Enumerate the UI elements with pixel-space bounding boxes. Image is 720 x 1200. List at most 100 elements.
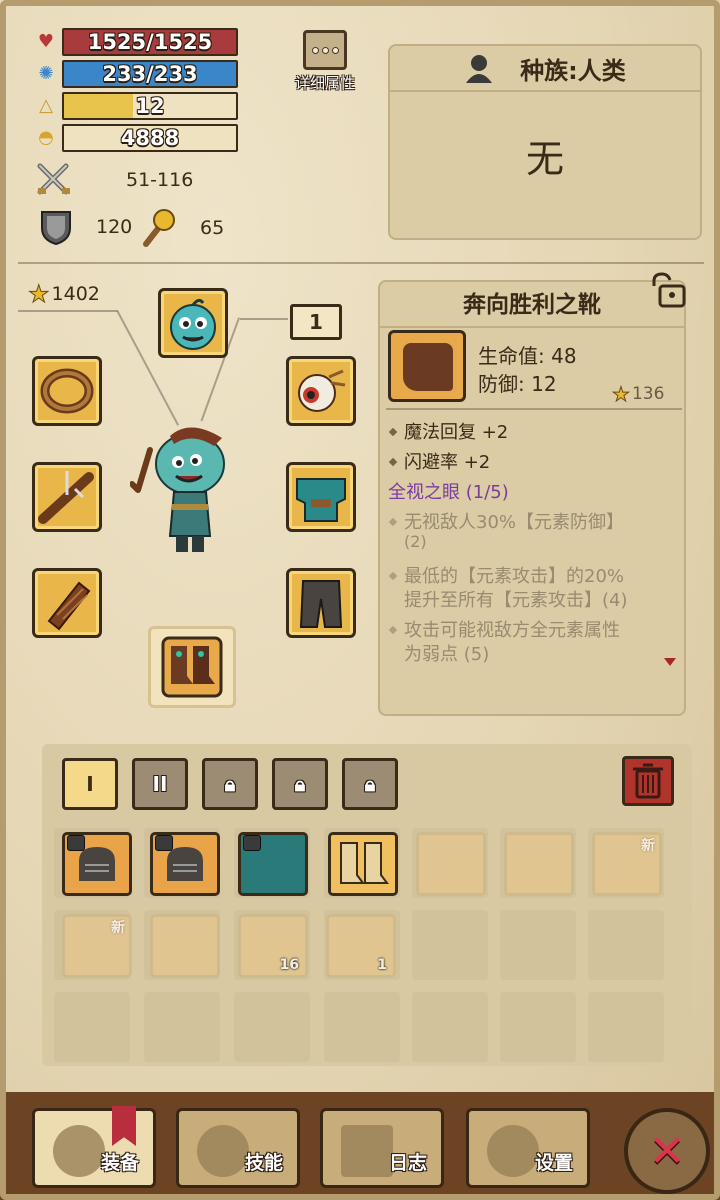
boots-icon (161, 636, 223, 698)
close-button[interactable]: ✕ (624, 1108, 710, 1194)
inventory-cell[interactable] (500, 910, 576, 980)
bonus-line: 闪避率 +2 (388, 448, 490, 474)
boots-slot-selected[interactable] (148, 626, 236, 708)
inventory-cell[interactable] (144, 992, 220, 1062)
item-count: 16 (279, 957, 299, 973)
nav-skills-label: 技能 (244, 1152, 283, 1174)
pet-icon (170, 298, 216, 350)
set-bonus-line2: 为弱点 (5) (404, 644, 490, 665)
level-row: △ 12 (34, 92, 238, 120)
defense-stat: 120 (38, 208, 132, 246)
mp-value: 233/233 (102, 62, 198, 86)
inventory-tab-locked[interactable]: 🔒︎ (272, 758, 328, 810)
nav-skills-button[interactable]: 技能 (176, 1108, 300, 1188)
set-bonus: 最低的【元素攻击】的20% (388, 562, 624, 588)
ring-slot[interactable] (32, 356, 102, 426)
set-bonus-line2: 提升至所有【元素攻击】(4) (404, 590, 628, 611)
book-icon (341, 1125, 393, 1177)
settings-gear-icon (487, 1125, 539, 1177)
set-bonus-line2: (2) (404, 532, 427, 551)
inventory-cell[interactable] (234, 992, 310, 1062)
inventory-cell[interactable] (500, 992, 576, 1062)
set-bonus: 无视敌人30%【元素防御】 (388, 508, 624, 534)
skill-icon (197, 1125, 249, 1177)
level-bar: 12 (62, 92, 238, 120)
inventory-cell[interactable] (324, 992, 400, 1062)
fur-item[interactable]: 新 (592, 832, 662, 896)
item-name: 奔向胜利之靴 (380, 282, 684, 328)
chest-armor-item[interactable] (238, 832, 308, 896)
inventory-tab-locked[interactable]: 🔒︎ (202, 758, 258, 810)
boots-item[interactable] (328, 832, 398, 896)
eye-slot[interactable] (286, 356, 356, 426)
race-label: 种族:人类 (520, 56, 626, 85)
detail-attributes-label: 详细属性 (294, 74, 355, 92)
nav-log-button[interactable]: 日志 (320, 1108, 444, 1188)
lock-icon (67, 835, 85, 851)
eyeball-icon (298, 369, 346, 412)
connector-line (18, 310, 118, 312)
fur-item[interactable] (150, 914, 220, 978)
level-value: 12 (135, 94, 165, 118)
attack-value: 51-116 (126, 169, 194, 191)
fur-item[interactable]: 新 (62, 914, 132, 978)
level-tag: 1 (290, 304, 342, 340)
bonus-text: 闪避率 +2 (404, 452, 491, 473)
scroll-box-item[interactable]: 16 (238, 914, 308, 978)
pants-slot[interactable] (286, 568, 356, 638)
lock-icon: 🔒︎ (364, 772, 376, 796)
set-bonus-line1: 最低的【元素攻击】的20% (404, 566, 625, 587)
pet-slot[interactable] (158, 288, 228, 358)
scroll-down-icon[interactable] (664, 658, 676, 666)
armor-slot[interactable] (286, 462, 356, 532)
new-badge: 新 (111, 920, 125, 936)
detail-attributes-button[interactable]: 详细属性 (286, 30, 364, 93)
person-icon (466, 55, 493, 83)
boots-icon (340, 842, 389, 884)
set-bonus-line1: 无视敌人30%【元素防御】 (404, 512, 625, 533)
attack-stat: 51-116 (36, 162, 193, 198)
hero-character (130, 427, 225, 552)
item-count: 1 (377, 957, 387, 973)
trash-icon (633, 763, 663, 799)
gold-bar: 4888 (62, 124, 238, 152)
hp-row: ♥ 1525/1525 (34, 28, 238, 56)
nav-settings-button[interactable]: 设置 (466, 1108, 590, 1188)
star-total-value: 1402 (51, 283, 100, 305)
mp-row: ✺ 233/233 (34, 60, 238, 88)
section-divider (18, 262, 704, 264)
inventory-tab-1[interactable]: I (62, 758, 118, 810)
inventory-cell[interactable] (412, 992, 488, 1062)
trash-button[interactable] (622, 756, 674, 806)
nav-log-label: 日志 (388, 1152, 427, 1174)
inventory-tab-2[interactable]: II (132, 758, 188, 810)
hp-value: 1525/1525 (87, 30, 213, 54)
unlock-icon[interactable] (648, 272, 688, 308)
item-stat-defense: 防御: 12 (478, 372, 557, 396)
gauntlet-slot[interactable] (32, 568, 102, 638)
race-header: 种族:人类 (390, 46, 700, 92)
lock-icon: 🔒︎ (224, 772, 236, 796)
balloon-item[interactable] (416, 832, 486, 896)
inventory-cell[interactable] (588, 910, 664, 980)
inventory-cell[interactable] (412, 910, 488, 980)
close-icon: ✕ (648, 1125, 686, 1177)
gear-icon: ✺ (38, 63, 54, 84)
inventory-cell[interactable] (588, 992, 664, 1062)
inventory-cell[interactable] (54, 992, 130, 1062)
nav-equip-button[interactable]: 装备 (32, 1108, 156, 1188)
mp-bar: 233/233 (62, 60, 238, 88)
fur-item[interactable] (504, 832, 574, 896)
ring-icon (40, 368, 94, 414)
inventory-tab-locked[interactable]: 🔒︎ (342, 758, 398, 810)
wing-item[interactable]: 1 (326, 914, 396, 978)
armor-item[interactable] (62, 832, 132, 896)
lock-icon: 🔒︎ (294, 772, 306, 796)
gauntlet-icon (47, 581, 91, 631)
item-detail-panel: 奔向胜利之靴 生命值: 48 防御: 12 ★ 136 魔法回复 +2 闪避率 … (378, 280, 686, 716)
weapon-slot[interactable] (32, 462, 102, 532)
equipment-star-total: ★ 1402 (28, 280, 100, 309)
armor-item[interactable] (150, 832, 220, 896)
new-badge: 新 (641, 838, 655, 854)
bonus-text: 魔法回复 +2 (404, 422, 509, 443)
